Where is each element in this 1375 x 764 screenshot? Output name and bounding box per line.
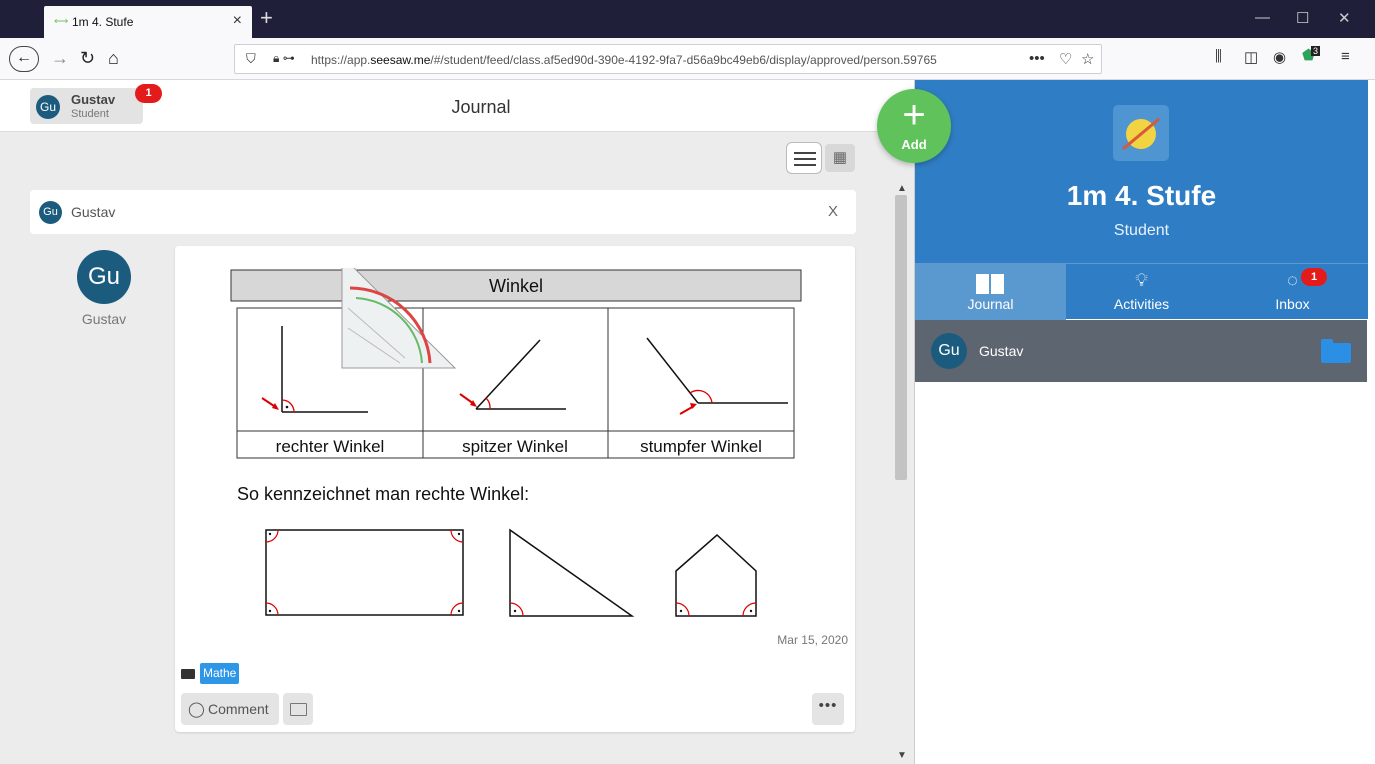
url-text[interactable]: https://app.seesaw.me/#/student/feed/cla… [311,53,1001,67]
book-icon [976,274,1004,294]
pocket-icon[interactable]: ♡ [1059,50,1072,68]
page-actions-icon[interactable]: ••• [1029,50,1045,67]
feed-scrollbar-thumb[interactable] [895,195,907,480]
page-title: Journal [451,97,511,117]
class-tabs: Journal 💡︎ Activities ◌ 1 Inbox [915,263,1368,320]
browser-tab[interactable]: ⟷ 1m 4. Stufe × [44,6,252,38]
back-button-icon[interactable]: ← [9,46,39,72]
comment-label: Comment [208,701,269,717]
list-view-button[interactable] [786,142,822,174]
student-row[interactable]: Gu Gustav [915,320,1367,382]
url-bar[interactable]: ⛉ 🔒︎ ⊶ https://app.seesaw.me/#/student/f… [234,44,1102,74]
folder-tag[interactable]: Mathe [200,663,240,684]
planet-icon [1122,117,1160,151]
lightbulb-icon: 💡︎ [1135,270,1148,290]
post-date: Mar 15, 2020 [777,633,848,647]
add-to-folder-button[interactable] [283,693,313,725]
new-tab-button[interactable]: + [260,5,273,31]
worksheet-title: Winkel [489,276,543,296]
speech-bubble-icon: ◯ [188,701,205,718]
reload-icon[interactable]: ↻ [80,48,95,69]
tab-activities[interactable]: 💡︎ Activities [1066,264,1217,320]
chat-bubbles-icon: ◌ [1287,270,1298,290]
class-panel: 1m 4. Stufe Student Journal 💡︎ Activitie… [914,80,1375,764]
tab-journal-label: Journal [967,296,1014,312]
plus-icon: + [902,93,926,137]
seesaw-favicon-icon: ⟷ [54,16,69,27]
browser-nav-bar: ← → ↻ ⌂ ⛉ 🔒︎ ⊶ https://app.seesaw.me/#/s… [0,38,1375,80]
filter-student-name: Gustav [71,204,116,220]
student-name: Gustav [979,343,1024,359]
add-button[interactable]: + Add [877,89,951,163]
scroll-down-icon[interactable]: ▼ [897,750,907,761]
post-author-avatar[interactable]: Gu [77,250,131,304]
post-author-name: Gustav [81,311,127,327]
angle-label-right: rechter Winkel [276,437,385,456]
browser-tab-bar: ⟷ 1m 4. Stufe × + — ☐ ✕ [0,0,1375,38]
tab-close-icon[interactable]: × [233,12,242,30]
maximize-icon[interactable]: ☐ [1296,9,1309,27]
avatar: Gu [39,201,62,224]
tab-activities-label: Activities [1113,296,1170,312]
forward-button-icon[interactable]: → [51,48,69,69]
app-top-bar: Gu Gustav Student 1 Journal [0,80,914,132]
inbox-badge: 1 [1301,268,1327,286]
folder-outline-icon [290,703,307,716]
library-icon[interactable]: ⫼ [1215,48,1222,65]
clear-filter-button[interactable]: X [828,203,838,220]
folder-icon[interactable] [1321,339,1351,363]
comment-button[interactable]: ◯ Comment [181,693,279,725]
tab-journal[interactable]: Journal [915,264,1066,320]
folder-icon [181,669,195,679]
minimize-icon[interactable]: — [1255,9,1270,26]
tracking-shield-icon[interactable]: ⛉ [246,51,256,67]
account-icon[interactable]: ◉ [1273,48,1286,66]
class-role: Student [1113,222,1170,239]
calendar-view-button[interactable]: ▦ [825,144,855,172]
post-filter-bar: Gu Gustav X [30,190,856,234]
class-header: 1m 4. Stufe Student [915,80,1368,263]
tab-inbox-label: Inbox [1275,296,1310,312]
lock-icon[interactable]: 🔒︎ ⊶ [273,51,295,66]
worksheet-caption: So kennzeichnet man rechte Winkel: [237,484,529,504]
angle-label-acute: spitzer Winkel [462,437,568,456]
more-options-button[interactable]: ••• [812,693,844,725]
extension-icon[interactable]: ⬟3 [1302,46,1324,64]
calendar-icon: ▦ [832,149,848,166]
menu-icon[interactable]: ≡ [1341,48,1350,65]
worksheet-image[interactable]: Winkel rechter Winkel spitzer Winkel stu… [230,268,805,633]
class-name: 1m 4. Stufe [1066,180,1217,211]
home-icon[interactable]: ⌂ [108,48,119,69]
class-icon [1113,105,1169,161]
bookmark-star-icon[interactable]: ☆ [1081,50,1094,68]
window-close-icon[interactable]: ✕ [1338,9,1351,27]
tab-title: 1m 4. Stufe [72,15,134,29]
scroll-up-icon[interactable]: ▲ [897,183,907,194]
angle-label-obtuse: stumpfer Winkel [640,437,762,456]
tab-inbox[interactable]: ◌ 1 Inbox [1217,264,1368,320]
avatar: Gu [931,333,967,369]
add-label: Add [901,137,927,152]
sidebar-icon[interactable]: ◫ [1244,48,1258,66]
